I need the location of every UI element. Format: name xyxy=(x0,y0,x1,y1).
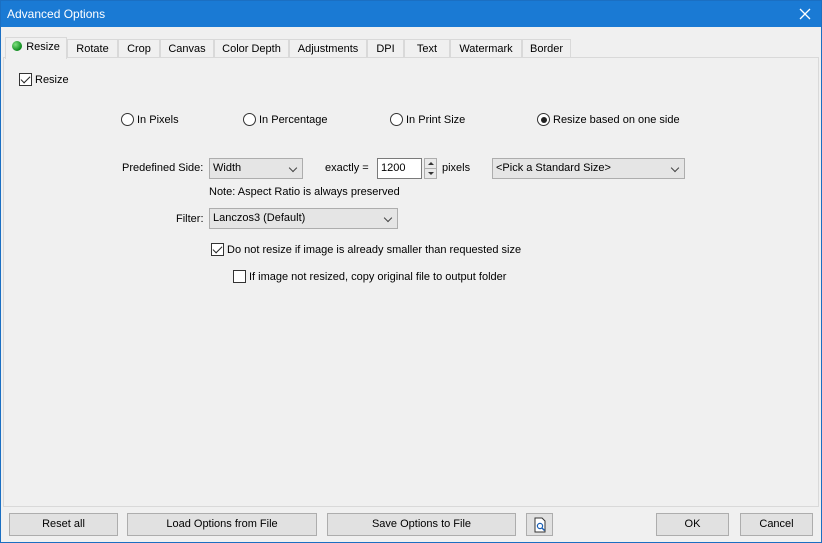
cancel-button[interactable]: Cancel xyxy=(740,513,813,536)
copy-original-label: If image not resized, copy original file… xyxy=(249,271,507,283)
arrow-up-icon xyxy=(428,162,434,165)
standard-size-select[interactable]: <Pick a Standard Size> xyxy=(492,158,685,179)
no-upscale-label: Do not resize if image is already smalle… xyxy=(227,244,522,256)
predefined-side-value: Width xyxy=(213,162,242,174)
title-bar[interactable]: Advanced Options xyxy=(1,1,821,27)
exactly-label: exactly = xyxy=(325,162,369,174)
standard-size-value: <Pick a Standard Size> xyxy=(496,162,611,174)
tab-resize[interactable]: Resize xyxy=(5,37,67,59)
tab-rotate[interactable]: Rotate xyxy=(67,39,118,58)
chevron-down-icon xyxy=(383,213,393,223)
ok-button[interactable]: OK xyxy=(656,513,729,536)
filter-select[interactable]: Lanczos3 (Default) xyxy=(209,208,398,229)
filter-label: Filter: xyxy=(176,213,204,225)
tab-dpi[interactable]: DPI xyxy=(367,39,404,58)
tab-crop[interactable]: Crop xyxy=(118,39,160,58)
mode-in-print-size-label: In Print Size xyxy=(406,114,466,126)
tab-text[interactable]: Text xyxy=(404,39,450,58)
active-status-dot-icon xyxy=(12,41,23,51)
chevron-down-icon xyxy=(288,163,298,173)
copy-original-checkbox[interactable] xyxy=(233,270,246,283)
chevron-down-icon xyxy=(670,163,680,173)
page-magnifier-icon xyxy=(534,517,545,533)
mode-in-pixels-radio[interactable] xyxy=(121,113,134,126)
units-label: pixels xyxy=(442,162,471,174)
resize-enable-checkbox[interactable] xyxy=(19,73,32,86)
tab-adjustments[interactable]: Adjustments xyxy=(289,39,367,58)
mode-in-print-size-radio[interactable] xyxy=(390,113,403,126)
mode-in-pixels-label: In Pixels xyxy=(137,114,179,126)
no-upscale-checkbox[interactable] xyxy=(211,243,224,256)
filter-value: Lanczos3 (Default) xyxy=(213,212,306,224)
close-icon[interactable] xyxy=(789,1,821,27)
tab-border[interactable]: Border xyxy=(522,39,571,58)
arrow-down-icon xyxy=(428,172,434,175)
exactly-value-input[interactable]: 1200 xyxy=(377,158,422,179)
predefined-side-select[interactable]: Width xyxy=(209,158,303,179)
tab-color-depth[interactable]: Color Depth xyxy=(214,39,289,58)
mode-in-percentage-label: In Percentage xyxy=(259,114,328,126)
resize-panel: Resize In Pixels In Percentage In Print … xyxy=(3,57,819,507)
resize-enable-label: Resize xyxy=(35,74,69,86)
reset-all-button[interactable]: Reset all xyxy=(9,513,118,536)
preview-button[interactable] xyxy=(526,513,553,536)
tab-canvas[interactable]: Canvas xyxy=(160,39,214,58)
advanced-options-window: Advanced Options Resize Rotate Crop Canv… xyxy=(0,0,822,543)
predefined-side-label: Predefined Side: xyxy=(122,162,204,174)
mode-in-percentage-radio[interactable] xyxy=(243,113,256,126)
save-options-button[interactable]: Save Options to File xyxy=(327,513,516,536)
tab-watermark[interactable]: Watermark xyxy=(450,39,522,58)
mode-one-side-radio[interactable] xyxy=(537,113,550,126)
window-title: Advanced Options xyxy=(7,7,106,21)
mode-one-side-label: Resize based on one side xyxy=(553,114,680,126)
exactly-value: 1200 xyxy=(381,162,406,174)
load-options-button[interactable]: Load Options from File xyxy=(127,513,317,536)
exactly-spinner[interactable] xyxy=(424,158,437,179)
aspect-ratio-note: Note: Aspect Ratio is always preserved xyxy=(209,186,400,198)
